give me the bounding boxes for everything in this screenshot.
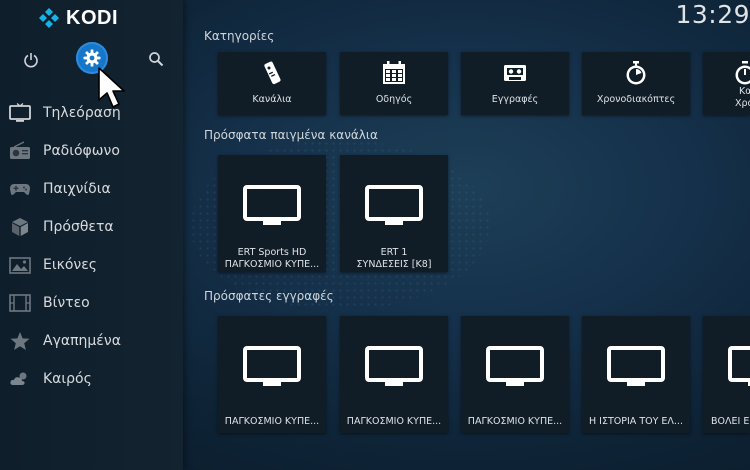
recording-tile[interactable]: Η ΙΣΤΟΡΙΑ ΤΟΥ ΕΛ... (582, 316, 690, 433)
tv-icon (9, 103, 31, 122)
sidebar-item-label: Καιρός (43, 371, 92, 387)
sidebar-item-radio[interactable]: Ραδιόφωνο (0, 132, 183, 170)
category-tile-recordings[interactable]: Εγγραφές (461, 52, 569, 115)
sidebar-item-tv[interactable]: Τηλεόραση (0, 94, 183, 132)
recordings-icon (504, 65, 526, 81)
tile-label: Κανάλια (252, 94, 292, 105)
tile-label: Εγγραφές (491, 94, 539, 105)
remote-icon (264, 61, 281, 85)
tv-icon (243, 346, 301, 386)
category-tile-timers[interactable]: Χρονοδιακόπτες (582, 52, 690, 115)
video-icon (9, 294, 31, 312)
section-title-recent-channels: Πρόσφατα παιγμένα κανάλια (204, 128, 378, 142)
tile-label: ΠΑΓΚΟΣΜΙΟ ΚΥΠΕ... (224, 416, 320, 427)
sidebar-item-weather[interactable]: Καιρός (0, 360, 183, 398)
tile-label: ΠΑΓΚΟΣΜΙΟ ΚΥΠΕ... (467, 416, 563, 427)
recording-tile[interactable]: ΒΟΛΕΙ Ε (703, 316, 750, 433)
timer-rules-icon (735, 61, 750, 85)
star-icon (10, 332, 30, 350)
tile-label: ERT Sports HD (237, 247, 307, 258)
category-tile-channels[interactable]: Κανάλια (218, 52, 326, 115)
clock: 13:29 (675, 0, 750, 29)
sidebar-item-label: Ραδιόφωνο (43, 143, 120, 159)
guide-icon (383, 61, 405, 84)
kodi-logo-icon (39, 8, 59, 28)
category-tile-timer-rules[interactable]: Κα Χρον (703, 52, 750, 115)
sidebar-item-video[interactable]: Βίντεο (0, 284, 183, 322)
tv-icon (607, 346, 665, 386)
tile-label: ERT 1 (380, 247, 408, 258)
tile-label: ΠΑΓΚΟΣΜΙΟ ΚΥΠΕ... (346, 416, 442, 427)
sidebar-item-label: Παιχνίδια (43, 181, 111, 197)
tile-label: Χρονοδιακόπτες (596, 94, 676, 105)
addons-icon (12, 218, 28, 236)
tv-icon (365, 346, 423, 386)
top-icon-bar (0, 42, 183, 76)
power-icon[interactable] (19, 48, 43, 72)
timer-icon (626, 61, 646, 85)
sidebar-item-label: Βίντεο (43, 295, 90, 311)
category-tile-guide[interactable]: Οδηγός (340, 52, 448, 115)
kodi-logo: KODI (38, 6, 118, 30)
pictures-icon (9, 257, 31, 274)
tile-label: ΠΑΓΚΟΣΜΙΟ ΚΥΠΕ... (224, 259, 320, 270)
tile-label: Οδηγός (375, 94, 413, 105)
tv-icon (243, 185, 301, 225)
section-title-categories: Κατηγορίες (204, 29, 275, 43)
sidebar-item-addons[interactable]: Πρόσθετα (0, 208, 183, 246)
recording-tile[interactable]: ΠΑΓΚΟΣΜΙΟ ΚΥΠΕ... (340, 316, 448, 433)
sidebar-item-label: Πρόσθετα (43, 219, 114, 235)
tv-icon (486, 346, 544, 386)
recording-tile[interactable]: ΠΑΓΚΟΣΜΙΟ ΚΥΠΕ... (461, 316, 569, 433)
kodi-logo-text: KODI (66, 6, 118, 29)
channel-tile[interactable]: ERT Sports HD ΠΑΓΚΟΣΜΙΟ ΚΥΠΕ... (218, 155, 326, 272)
main-menu: Τηλεόραση Ραδιόφωνο Παιχνίδια Πρόσθετα Ε… (0, 94, 183, 398)
radio-icon (10, 141, 30, 159)
sidebar-item-label: Εικόνες (43, 257, 98, 273)
sidebar: KODI Τηλεόραση Ραδιόφωνο Παιχνίδια Πρόσθ… (0, 0, 183, 470)
tv-icon (728, 346, 750, 386)
tile-label: Χρον (735, 98, 750, 109)
tv-icon (365, 185, 423, 225)
tile-label: ΒΟΛΕΙ Ε (711, 416, 750, 427)
sidebar-item-games[interactable]: Παιχνίδια (0, 170, 183, 208)
channel-tile[interactable]: ERT 1 ΣΥΝΔΕΣΕΙΣ [K8] (340, 155, 448, 272)
tile-label: Κα (739, 86, 750, 97)
search-icon[interactable] (145, 48, 167, 70)
weather-icon (10, 372, 27, 385)
mouse-pointer-icon (98, 67, 125, 108)
sidebar-item-favourites[interactable]: Αγαπημένα (0, 322, 183, 360)
section-title-recent-recordings: Πρόσφατες εγγραφές (204, 289, 334, 303)
tile-label: ΣΥΝΔΕΣΕΙΣ [K8] (356, 259, 432, 270)
recording-tile[interactable]: ΠΑΓΚΟΣΜΙΟ ΚΥΠΕ... (218, 316, 326, 433)
tile-label: Η ΙΣΤΟΡΙΑ ΤΟΥ ΕΛ... (589, 416, 683, 427)
gamepad-icon (10, 184, 30, 195)
sidebar-item-label: Αγαπημένα (43, 333, 121, 349)
sidebar-item-pictures[interactable]: Εικόνες (0, 246, 183, 284)
